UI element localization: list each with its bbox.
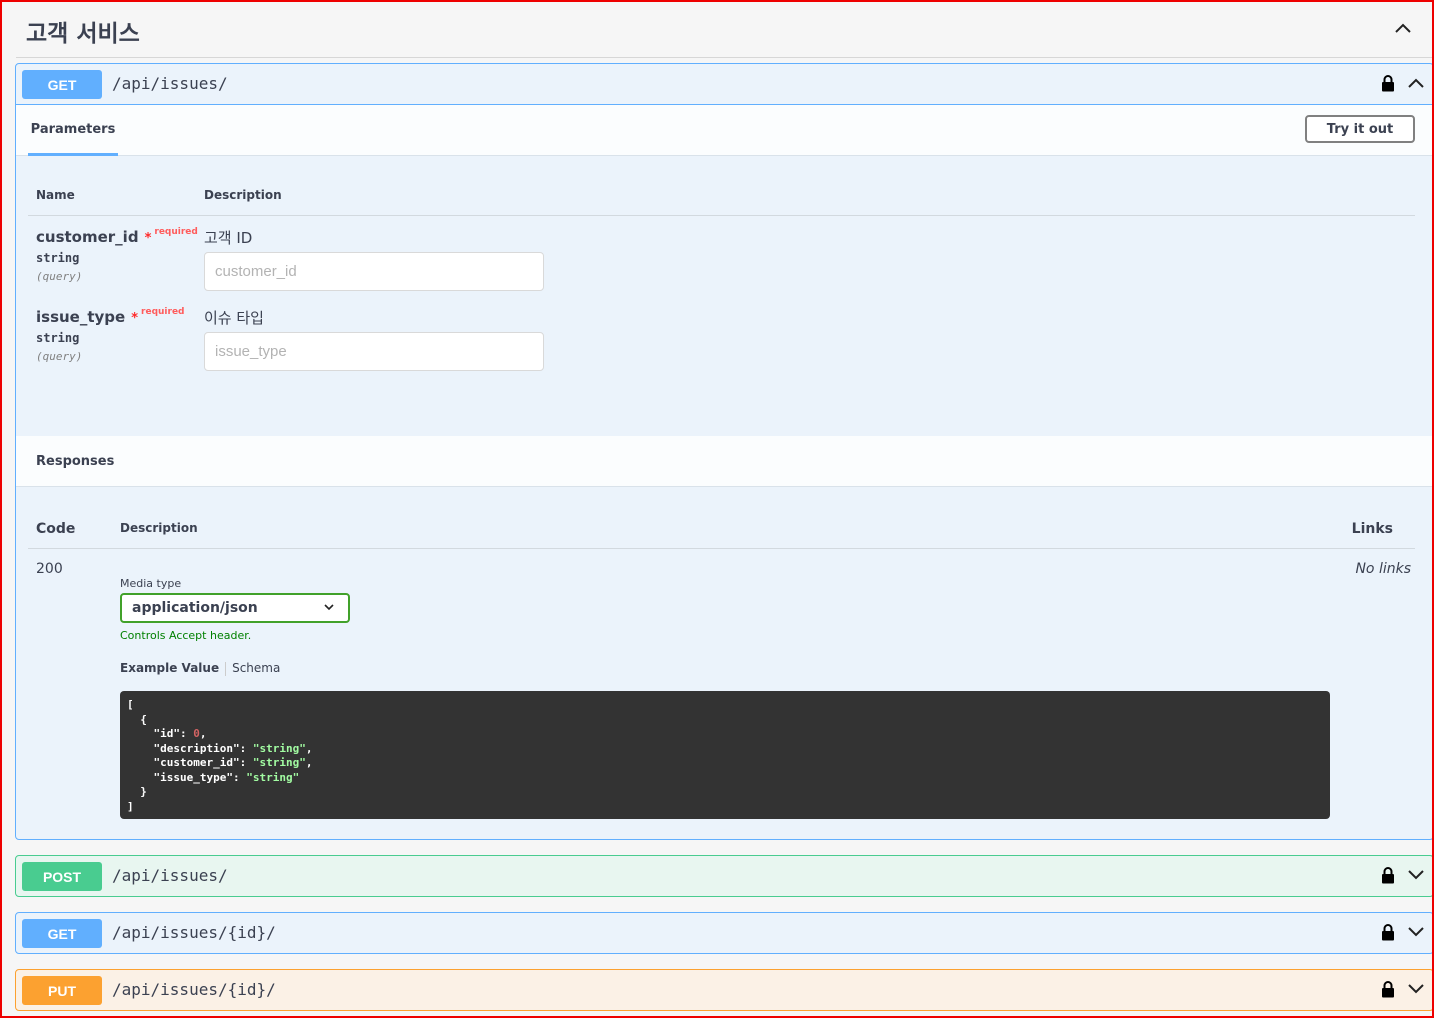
- lock-icon[interactable]: [1381, 866, 1395, 884]
- try-it-out-button[interactable]: Try it out: [1305, 115, 1415, 143]
- method-badge: GET: [22, 70, 102, 99]
- column-description-header: Description: [120, 521, 198, 535]
- chevron-up-icon[interactable]: [1407, 77, 1425, 89]
- section-title: 고객 서비스: [26, 21, 140, 47]
- chevron-up-icon[interactable]: [1394, 22, 1412, 34]
- lock-icon[interactable]: [1381, 74, 1395, 92]
- chevron-down-icon[interactable]: [1407, 869, 1425, 881]
- method-badge: POST: [22, 862, 102, 891]
- divider: [28, 215, 1415, 216]
- operation-path: /api/issues/: [112, 866, 228, 885]
- operation-get-issue-by-id[interactable]: GET /api/issues/{id}/: [15, 912, 1434, 954]
- param-type: string: [36, 331, 80, 345]
- media-type-label: Media type: [120, 577, 182, 590]
- lock-icon[interactable]: [1381, 980, 1395, 998]
- operation-path: /api/issues/{id}/: [112, 980, 276, 999]
- response-links: No links: [1355, 561, 1411, 577]
- param-name: issue_type * required: [36, 307, 185, 326]
- operation-summary[interactable]: PUT /api/issues/{id}/: [16, 970, 1433, 1011]
- required-star: *: [131, 311, 139, 326]
- operation-summary[interactable]: POST /api/issues/: [16, 856, 1433, 897]
- operation-path: /api/issues/: [112, 74, 228, 93]
- tab-parameters[interactable]: Parameters: [28, 105, 118, 156]
- param-type: string: [36, 251, 80, 265]
- example-value-code[interactable]: [ { "id": 0, "description": "string", "c…: [120, 691, 1330, 819]
- required-label: required: [154, 227, 198, 237]
- operation-put-issue-by-id[interactable]: PUT /api/issues/{id}/: [15, 969, 1434, 1011]
- required-label: required: [141, 307, 185, 317]
- response-code: 200: [36, 561, 63, 577]
- issue-type-input[interactable]: [204, 332, 544, 371]
- param-name: customer_id * required: [36, 227, 198, 246]
- parameters-tabbar: Parameters Try it out: [16, 105, 1433, 156]
- column-description-header: Description: [204, 188, 282, 202]
- column-links-header: Links: [1351, 521, 1393, 537]
- chevron-down-icon: [324, 604, 334, 611]
- param-in: (query): [36, 270, 83, 283]
- operation-path: /api/issues/{id}/: [112, 923, 276, 942]
- operation-summary[interactable]: GET /api/issues/{id}/: [16, 913, 1433, 954]
- param-description: 고객 ID: [204, 229, 253, 247]
- operation-get-issues: GET /api/issues/ Parameters Try it out N…: [15, 63, 1434, 840]
- chevron-down-icon[interactable]: [1407, 926, 1425, 938]
- param-in: (query): [36, 350, 83, 363]
- controls-accept-text: Controls Accept header.: [120, 629, 252, 642]
- operation-summary[interactable]: GET /api/issues/: [16, 64, 1433, 105]
- tab-schema[interactable]: Schema: [232, 661, 280, 675]
- required-star: *: [144, 231, 152, 246]
- customer-id-input[interactable]: [204, 252, 544, 291]
- chevron-down-icon[interactable]: [1407, 983, 1425, 995]
- method-badge: PUT: [22, 976, 102, 1005]
- media-type-select[interactable]: application/json: [120, 593, 350, 623]
- example-tabs: Example Value Schema: [120, 661, 280, 676]
- divider: [28, 548, 1415, 549]
- responses-header: Responses: [16, 436, 1433, 487]
- tab-example-value[interactable]: Example Value: [120, 661, 219, 675]
- responses-title: Responses: [36, 454, 115, 469]
- operation-post-issues[interactable]: POST /api/issues/: [15, 855, 1434, 897]
- column-code-header: Code: [36, 521, 76, 537]
- column-name-header: Name: [36, 188, 75, 202]
- section-header[interactable]: 고객 서비스: [16, 0, 1434, 58]
- param-description: 이슈 타입: [204, 309, 264, 327]
- tab-separator: [225, 661, 227, 676]
- lock-icon[interactable]: [1381, 923, 1395, 941]
- method-badge: GET: [22, 919, 102, 948]
- parameters-table: Name Description customer_id * required st…: [16, 156, 1433, 436]
